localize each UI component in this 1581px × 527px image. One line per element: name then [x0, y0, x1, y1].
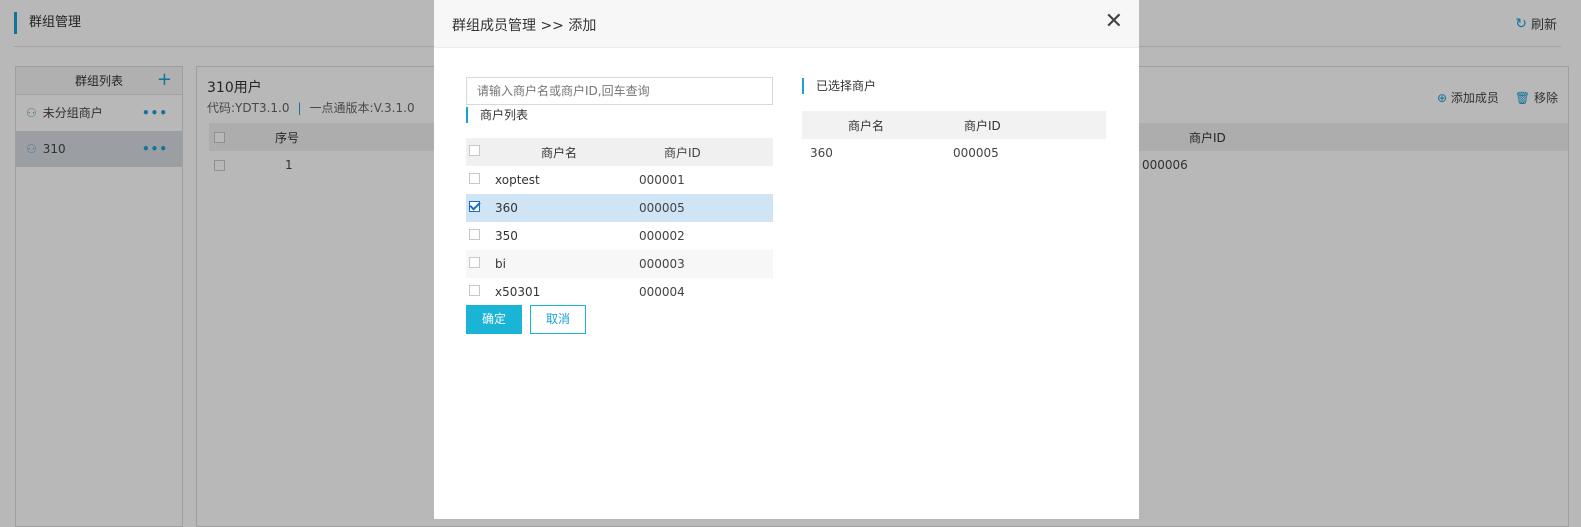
add-member-modal: 群组成员管理 >> 添加 ✕ 商户列表 已选择商户 商户名 商户ID xopte…: [434, 0, 1139, 519]
merchant-name: x50301: [495, 285, 541, 299]
merchant-list-label: 商户列表: [466, 107, 528, 123]
merchant-list-header: 商户名 商户ID: [466, 138, 773, 166]
list-item[interactable]: x50301 000004: [466, 278, 773, 306]
row-checkbox[interactable]: [469, 257, 480, 268]
merchant-list-table: 商户名 商户ID xoptest 000001 360 000005 350 0…: [466, 138, 773, 306]
merchant-name: bi: [495, 257, 506, 271]
selected-merchants-label: 已选择商户: [802, 78, 876, 94]
merchant-id: 000001: [639, 173, 685, 187]
merchant-search-input[interactable]: [466, 77, 773, 105]
merchant-id: 000005: [953, 146, 999, 160]
modal-header: 群组成员管理 >> 添加 ✕: [434, 0, 1139, 48]
id-column-header: 商户ID: [964, 118, 1001, 133]
confirm-button[interactable]: 确定: [466, 305, 522, 334]
merchant-id: 000003: [639, 257, 685, 271]
list-item[interactable]: xoptest 000001: [466, 166, 773, 194]
selected-merchants-table: 商户名 商户ID 360 000005: [802, 111, 1106, 167]
merchant-id: 000005: [639, 201, 685, 215]
select-all-checkbox[interactable]: [469, 145, 480, 156]
merchant-name: xoptest: [495, 173, 540, 187]
list-item[interactable]: 360 000005: [466, 194, 773, 222]
merchant-id: 000004: [639, 285, 685, 299]
cancel-button[interactable]: 取消: [530, 305, 586, 334]
name-column-header: 商户名: [540, 145, 577, 160]
merchant-name: 360: [495, 201, 518, 215]
modal-title: 群组成员管理 >> 添加: [452, 18, 597, 34]
row-checkbox[interactable]: [469, 229, 480, 240]
merchant-id: 000002: [639, 229, 685, 243]
list-item[interactable]: 360 000005: [802, 139, 1106, 167]
merchant-name: 350: [495, 229, 518, 243]
list-item[interactable]: 350 000002: [466, 222, 773, 250]
row-checkbox[interactable]: [469, 285, 480, 296]
row-checkbox[interactable]: [469, 201, 480, 212]
list-item[interactable]: bi 000003: [466, 250, 773, 278]
row-checkbox[interactable]: [469, 173, 480, 184]
close-icon[interactable]: ✕: [1105, 11, 1123, 33]
merchant-name: 360: [810, 146, 833, 160]
id-column-header: 商户ID: [664, 145, 701, 160]
name-column-header: 商户名: [847, 118, 884, 133]
selected-table-header: 商户名 商户ID: [802, 111, 1106, 139]
